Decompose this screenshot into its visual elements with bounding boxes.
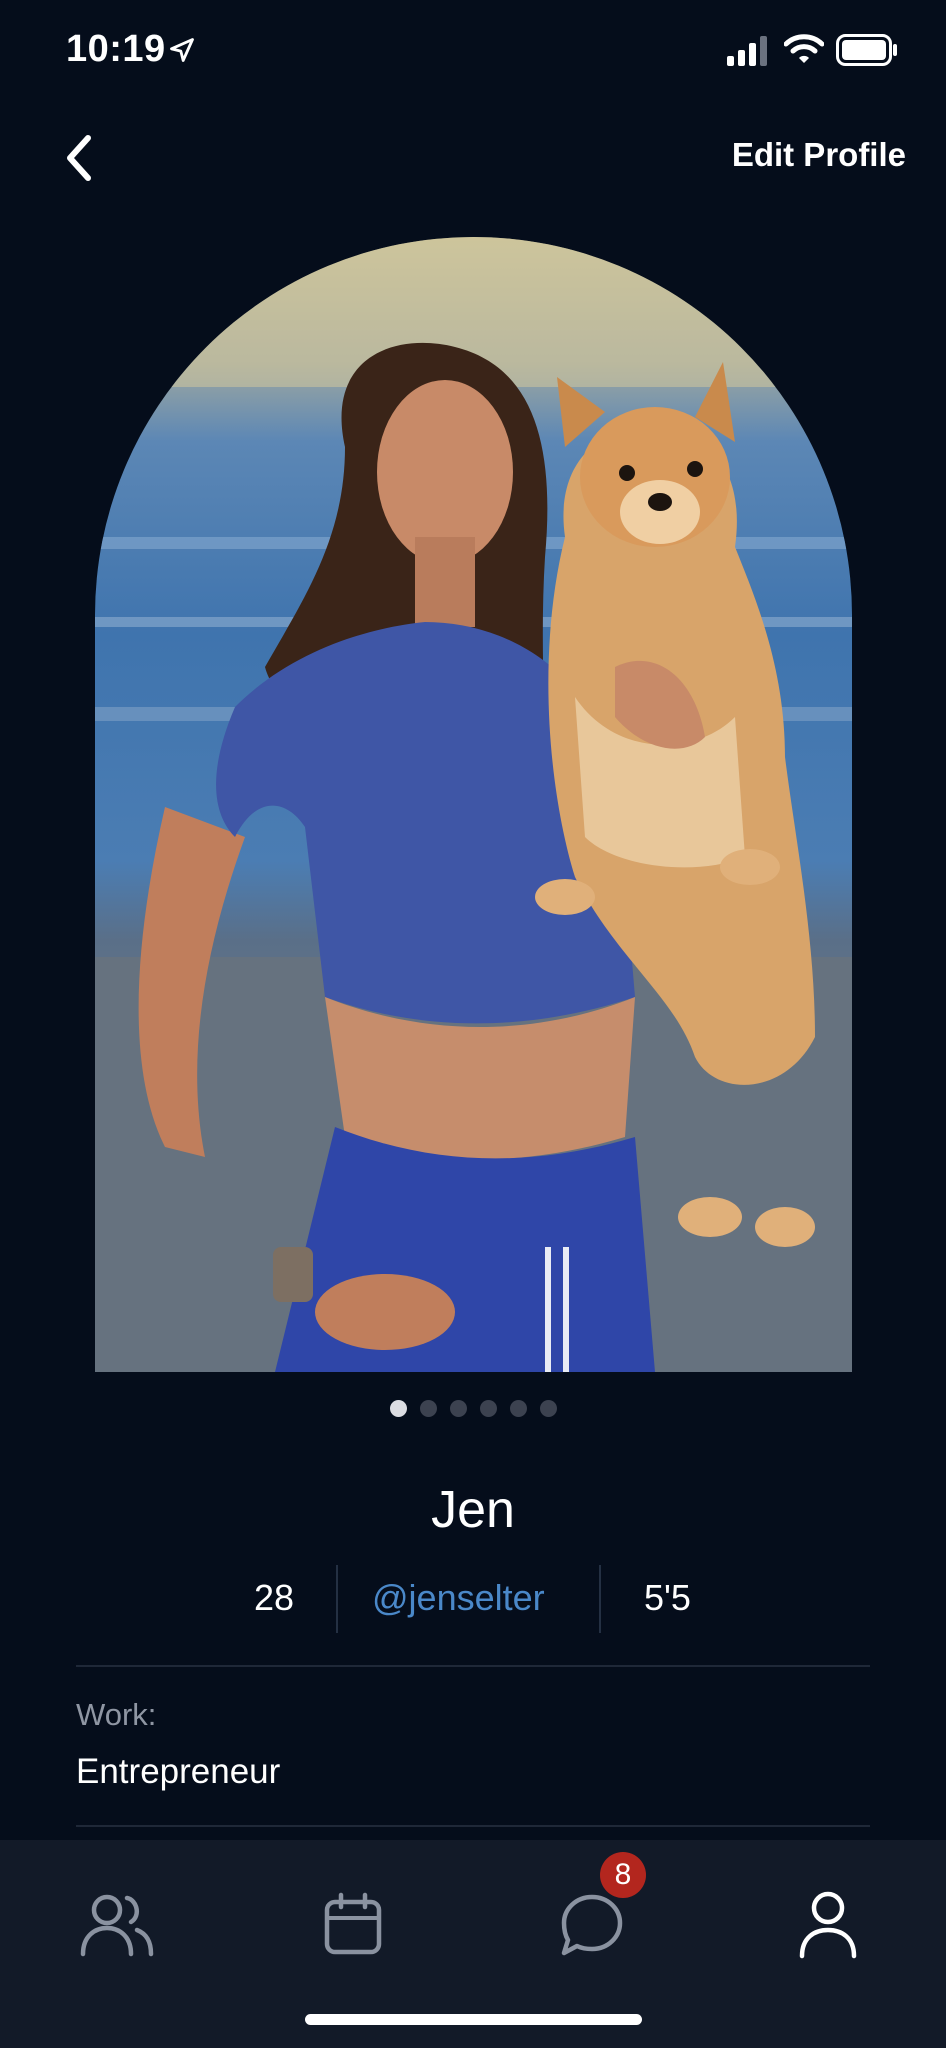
profile-name: Jen: [431, 1481, 515, 1539]
messages-badge: 8: [600, 1852, 646, 1898]
photo-carousel-dots: [0, 1400, 946, 1420]
status-time: 10:19: [66, 28, 166, 70]
chevron-left-icon: [67, 135, 91, 181]
carousel-dot-5[interactable]: [509, 1400, 527, 1417]
carousel-dot-6[interactable]: [539, 1400, 557, 1417]
work-label: Work:: [76, 1697, 157, 1732]
chat-bubble-icon: [561, 1894, 623, 1956]
edit-profile-button[interactable]: Edit Profile: [732, 136, 906, 174]
status-bar: 10:19: [0, 0, 946, 100]
people-icon: [80, 1894, 154, 1957]
cellular-signal-icon: [727, 36, 767, 66]
battery-icon: [836, 34, 897, 66]
carousel-dot-2[interactable]: [419, 1400, 437, 1417]
profile-photo-illustration: [95, 237, 852, 1372]
carousel-dot-3[interactable]: [449, 1400, 467, 1417]
carousel-dot-4[interactable]: [479, 1400, 497, 1417]
home-indicator[interactable]: [305, 2014, 642, 2025]
profile-age: 28: [254, 1577, 295, 1618]
profile-photo[interactable]: [95, 237, 852, 1372]
nav-bar: Edit Profile: [0, 110, 946, 200]
location-arrow-icon: [170, 38, 194, 62]
carousel-dot-1[interactable]: [389, 1400, 407, 1417]
profile-handle-link[interactable]: @jenselter: [372, 1577, 545, 1619]
profile-height: 5'5: [644, 1577, 691, 1618]
section-divider: [76, 1665, 870, 1667]
info-separator: [599, 1565, 601, 1633]
person-icon: [799, 1891, 857, 1959]
tab-calendar[interactable]: [308, 1880, 398, 1970]
calendar-icon: [324, 1892, 382, 1955]
info-separator: [336, 1565, 338, 1633]
section-divider: [76, 1825, 870, 1827]
profile-info-row: 28 @jenselter 5'5: [0, 1565, 946, 1635]
tab-people[interactable]: [72, 1880, 162, 1970]
back-button[interactable]: [50, 130, 106, 186]
wifi-icon: [784, 34, 824, 63]
work-value: Entrepreneur: [76, 1752, 281, 1791]
tab-profile[interactable]: [783, 1880, 873, 1970]
